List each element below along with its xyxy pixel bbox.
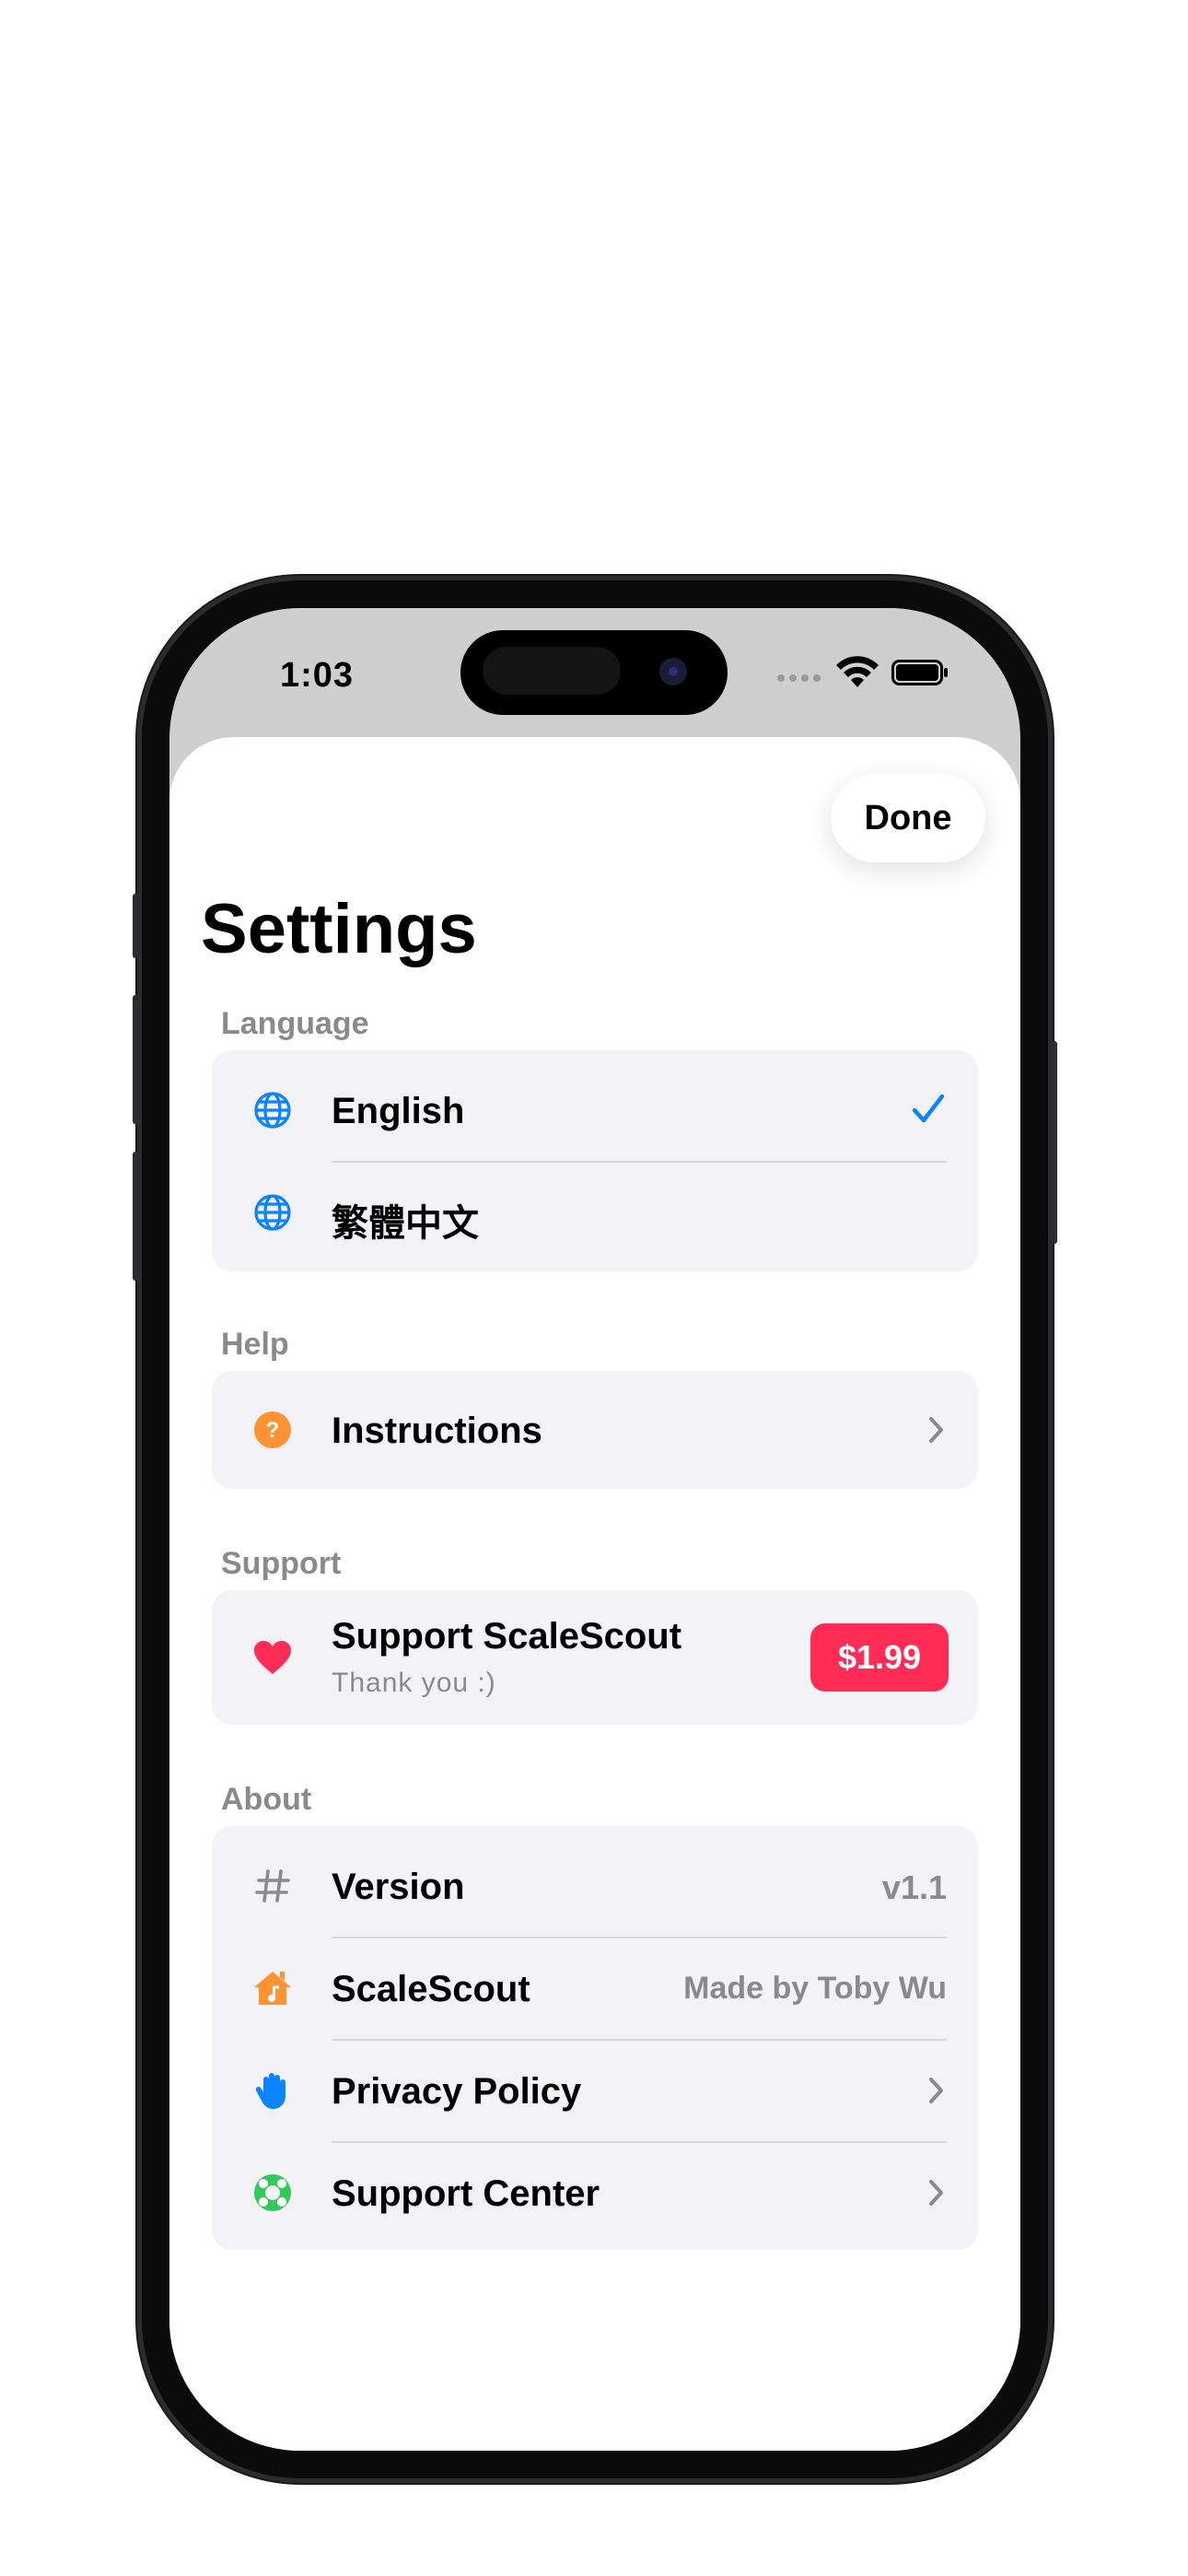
language-option-traditional-chinese[interactable]: 繁體中文 [212,1162,978,1263]
chevron-right-icon [929,2180,943,2206]
checkmark-icon [912,1094,945,1123]
help-group: ? Instructions [212,1371,978,1489]
app-info-row: ScaleScout Made by Toby Wu [212,1938,978,2039]
question-circle-icon: ? [252,1410,293,1450]
status-bar: 1:03 [169,608,1020,755]
cellular-signal-icon [777,674,821,682]
hand-raised-icon [252,2070,293,2111]
power-button [1050,1041,1057,1244]
dynamic-island [460,630,728,715]
support-subtitle: Thank you :) [332,1668,496,1698]
language-option-english[interactable]: English [212,1060,978,1161]
version-value: v1.1 [881,1868,947,1906]
instructions-label: Instructions [332,1411,542,1451]
purchase-button[interactable]: $1.99 [810,1623,949,1692]
language-option-label: English [332,1091,465,1131]
section-header-about: About [221,1782,312,1817]
wifi-icon [836,656,879,687]
hashtag-icon [252,1866,293,1906]
section-header-language: Language [221,1006,369,1041]
action-button [133,894,140,958]
support-row[interactable]: Support ScaleScout Thank you :) $1.99 [212,1590,978,1725]
volume-up-button [133,995,140,1124]
heart-icon [252,1637,293,1678]
about-group: Version v1.1 ScaleScout Made by Toby Wu [212,1826,978,2250]
privacy-policy-row[interactable]: Privacy Policy [212,2040,978,2141]
chevron-right-icon [929,2078,943,2103]
svg-text:?: ? [266,1418,280,1443]
section-header-support: Support [221,1546,342,1581]
globe-icon [252,1192,293,1233]
language-group: English 繁體中文 [212,1050,978,1271]
support-center-row[interactable]: Support Center [212,2142,978,2243]
chevron-right-icon [929,1417,943,1443]
instructions-row[interactable]: ? Instructions [212,1379,978,1481]
privacy-policy-label: Privacy Policy [332,2071,582,2112]
phone-frame: 1:03 Done Settings Language English 繁體中文… [133,580,1057,2478]
screen: 1:03 Done Settings Language English 繁體中文… [169,608,1020,2451]
section-header-help: Help [221,1327,289,1362]
status-time: 1:03 [280,656,355,695]
support-group: Support ScaleScout Thank you :) $1.99 [212,1590,978,1725]
globe-icon [252,1090,293,1130]
support-center-label: Support Center [332,2173,600,2214]
camera-icon [659,658,687,685]
done-button[interactable]: Done [831,774,985,862]
page-title: Settings [201,890,477,968]
lifebuoy-icon [252,2172,293,2213]
support-label: Support ScaleScout [332,1616,682,1657]
version-label: Version [332,1867,465,1907]
version-row: Version v1.1 [212,1835,978,1937]
settings-sheet: Done Settings Language English 繁體中文 Help… [169,737,1020,2451]
app-name-label: ScaleScout [332,1969,530,2009]
author-value: Made by Toby Wu [683,1971,947,2006]
house-music-icon [252,1968,293,2008]
battery-icon [891,660,948,685]
volume-down-button [133,1152,140,1281]
language-option-label: 繁體中文 [332,1203,479,1244]
